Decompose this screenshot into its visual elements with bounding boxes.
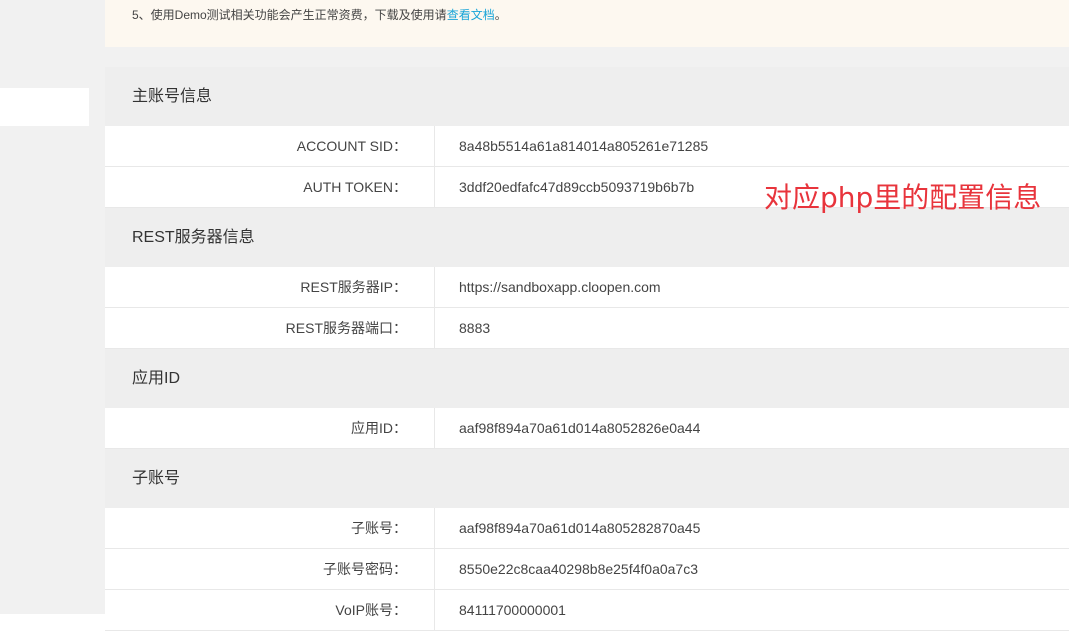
value-account-sid: 8a48b5514a61a814014a805261e71285 <box>459 138 709 154</box>
row-rest-port: REST服务器端口： 8883 <box>105 308 1069 349</box>
label-rest-port: REST服务器端口： <box>105 308 435 349</box>
notice-suffix: 。 <box>494 8 507 22</box>
value-subaccount-password: 8550e22c8caa40298b8e25f4f0a0a7c3 <box>459 561 699 577</box>
value-subaccount: aaf98f894a70a61d014a805282870a45 <box>459 520 701 536</box>
row-rest-ip: REST服务器IP： https://sandboxapp.cloopen.co… <box>105 267 1069 308</box>
value-rest-port: 8883 <box>459 320 491 336</box>
config-panel: 主账号信息 ACCOUNT SID： 8a48b5514a61a814014a8… <box>105 67 1069 631</box>
notice-text: 5、使用Demo测试相关功能会产生正常资费，下载及使用请 <box>132 8 447 22</box>
label-account-sid: ACCOUNT SID： <box>105 126 435 167</box>
main-content: 5、使用Demo测试相关功能会产生正常资费，下载及使用请查看文档。 主账号信息 … <box>89 0 1069 631</box>
row-voip-account: VoIP账号： 84111700000001 <box>105 590 1069 631</box>
section-header-app: 应用ID <box>105 349 1069 408</box>
label-auth-token: AUTH TOKEN： <box>105 167 435 208</box>
label-subaccount-password: 子账号密码： <box>105 549 435 590</box>
notice-banner: 5、使用Demo测试相关功能会产生正常资费，下载及使用请查看文档。 <box>105 0 1069 47</box>
label-voip-account: VoIP账号： <box>105 590 435 631</box>
value-auth-token: 3ddf20edfafc47d89ccb5093719b6b7b <box>459 179 695 195</box>
section-header-account: 主账号信息 <box>105 67 1069 126</box>
value-voip-account: 84111700000001 <box>459 602 566 618</box>
row-account-sid: ACCOUNT SID： 8a48b5514a61a814014a805261e… <box>105 126 1069 167</box>
section-header-subaccount: 子账号 <box>105 449 1069 508</box>
value-rest-ip: https://sandboxapp.cloopen.com <box>459 279 661 295</box>
row-subaccount: 子账号： aaf98f894a70a61d014a805282870a45 <box>105 508 1069 549</box>
row-subaccount-password: 子账号密码： 8550e22c8caa40298b8e25f4f0a0a7c3 <box>105 549 1069 590</box>
row-app-id: 应用ID： aaf98f894a70a61d014a8052826e0a44 <box>105 408 1069 449</box>
label-rest-ip: REST服务器IP： <box>105 267 435 308</box>
sidebar-item-active[interactable] <box>0 88 89 126</box>
label-subaccount: 子账号： <box>105 508 435 549</box>
value-app-id: aaf98f894a70a61d014a8052826e0a44 <box>459 420 701 436</box>
annotation-text: 对应php里的配置信息 <box>764 181 1042 214</box>
label-app-id: 应用ID： <box>105 408 435 449</box>
view-docs-link[interactable]: 查看文档 <box>447 8 495 22</box>
